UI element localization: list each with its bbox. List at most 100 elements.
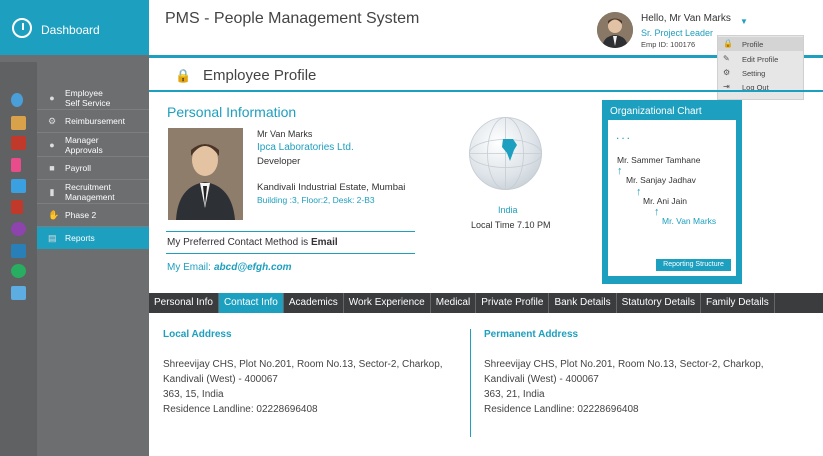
tab-family-details[interactable]: Family Details [701,293,775,313]
chevron-down-icon[interactable]: ▼ [740,17,748,26]
edit-icon: ✎ [723,54,730,63]
sidebar-item-label: Reimbursement [65,116,125,126]
menu-item-label: Profile [742,40,764,49]
menu-item-edit-profile[interactable]: ✎ Edit Profile [718,52,803,66]
org-chart-more: ... [616,128,633,142]
avatar[interactable] [597,12,633,48]
bars-icon: ▮ [49,186,55,197]
preferred-contact: My Preferred Contact Method is Email [167,237,338,248]
id-card-icon[interactable] [11,244,26,258]
email-link[interactable]: abcd@efgh.com [214,262,292,273]
arrow-up-icon: ↑ [617,165,623,177]
dashboard-button[interactable]: Dashboard [0,0,149,55]
local-address-line: Shreevijay CHS, Plot No.201, Room No.13,… [163,359,443,370]
gear-icon: ⚙ [723,68,731,77]
country: India [498,205,518,215]
local-address-line: 363, 15, India [163,389,224,400]
local-address-title: Local Address [163,329,232,340]
app-title: PMS - People Management System [165,10,420,27]
permanent-address-line: 363, 21, India [484,389,545,400]
sidebar-item-label: Payroll [65,163,91,173]
personal-info-title: Personal Information [167,104,297,120]
report-icon: ▤ [48,233,57,243]
settings-icon: ⚙ [48,116,57,126]
local-time: Local Time 7.10 PM [471,220,551,230]
tab-bank-details[interactable]: Bank Details [549,293,617,313]
address-divider [470,329,471,437]
menu-item-setting[interactable]: ⚙ Setting [718,66,803,80]
org-chart-person[interactable]: Mr. Ani Jain [643,196,687,206]
sidebar-item-recruitment-management[interactable]: ▮ Recruitment Management [37,180,149,204]
sidebar-item-reimbursement[interactable]: ⚙ Reimbursement [37,110,149,133]
pin-icon[interactable] [11,200,23,214]
arrow-up-icon: ↑ [636,186,642,198]
tab-contact-info[interactable]: Contact Info [218,293,284,313]
dashboard-icon [12,18,32,38]
profile-photo [168,128,243,220]
page-title: Employee Profile [203,67,317,84]
page-title-divider [149,90,823,92]
sidebar-item-label: Reports [65,233,95,243]
globe-icon [469,117,542,190]
folder-icon: ■ [49,163,55,173]
wallet-icon[interactable] [11,116,26,130]
tab-academics[interactable]: Academics [284,293,344,313]
thumb-icon[interactable] [11,158,21,172]
profile-tabs: Personal Info Contact Info Academics Wor… [149,293,823,313]
preferred-contact-value: Email [310,237,338,248]
money-icon[interactable] [11,264,26,278]
tab-private-profile[interactable]: Private Profile [476,293,550,313]
sidebar-item-label: Recruitment [65,181,111,192]
sidebar-item-label: Approvals [65,144,103,155]
divider [166,231,415,232]
tab-statutory-details[interactable]: Statutory Details [617,293,701,313]
tab-medical[interactable]: Medical [431,293,477,313]
permanent-address-line: Kandivali (West) - 400067 [484,374,599,385]
user-greeting[interactable]: Hello, Mr Van Marks [641,13,731,24]
permanent-address-title: Permanent Address [484,329,579,340]
menu-item-label: Edit Profile [742,55,779,64]
briefcase-icon[interactable] [11,286,26,300]
reporting-structure-button[interactable]: Reporting Structure [655,258,732,272]
org-chart-person[interactable]: Mr. Sanjay Jadhav [626,175,696,185]
thumbs-up-icon: ✋ [48,210,60,220]
user-role: Sr. Project Leader [641,28,714,38]
user-icon[interactable] [11,93,23,107]
org-chart-person[interactable]: Mr. Sammer Tamhane [617,155,700,165]
divider [166,253,415,254]
org-chart-person-current[interactable]: Mr. Van Marks [662,216,716,226]
email-label: My Email: [167,262,211,273]
tab-work-experience[interactable]: Work Experience [344,293,431,313]
preferred-contact-label: My Preferred Contact Method is [167,237,311,248]
tab-personal-info[interactable]: Personal Info [149,293,219,313]
approval-icon: ● [49,139,55,150]
employee-name: Mr Van Marks [257,129,313,139]
sidebar-item-label: Employee [65,87,103,98]
arrow-up-icon: ↑ [654,206,660,218]
designation: Developer [257,156,301,167]
sidebar-item-phase-2[interactable]: ✋ Phase 2 [37,204,149,227]
sidebar-item-payroll[interactable]: ■ Payroll [37,157,149,180]
sidebar-item-employee-self-service[interactable]: ● Employee Self Service [37,86,149,110]
office-address: Kandivali Industrial Estate, Mumbai [257,182,406,193]
sidebar-item-label: Management [65,191,115,202]
person-icon: ● [49,92,55,103]
graduation-icon[interactable] [11,136,26,150]
menu-item-label: Setting [742,69,766,78]
sidebar-item-manager-approvals[interactable]: ● Manager Approvals [37,133,149,157]
document-icon[interactable] [11,179,26,193]
menu-item-profile[interactable]: 🔒 Profile [718,37,803,51]
sidebar-item-reports[interactable]: ▤ Reports [37,227,149,249]
sidebar-item-label: Phase 2 [65,210,97,220]
sidebar-item-label: Self Service [65,97,111,108]
sidebar-item-label: Manager [65,134,99,145]
local-address-line: Residence Landline: 02228696408 [163,404,318,415]
dashboard-label: Dashboard [41,23,100,37]
org-chart-title: Organizational Chart [610,106,702,117]
lock-icon: 🔒 [723,39,733,48]
group-icon[interactable] [11,222,26,236]
sidebar-icon-strip [0,62,37,456]
permanent-address-line: Residence Landline: 02228696408 [484,404,639,415]
company-name[interactable]: Ipca Laboratories Ltd. [257,142,354,153]
employee-id: Emp ID: 100176 [641,40,696,49]
